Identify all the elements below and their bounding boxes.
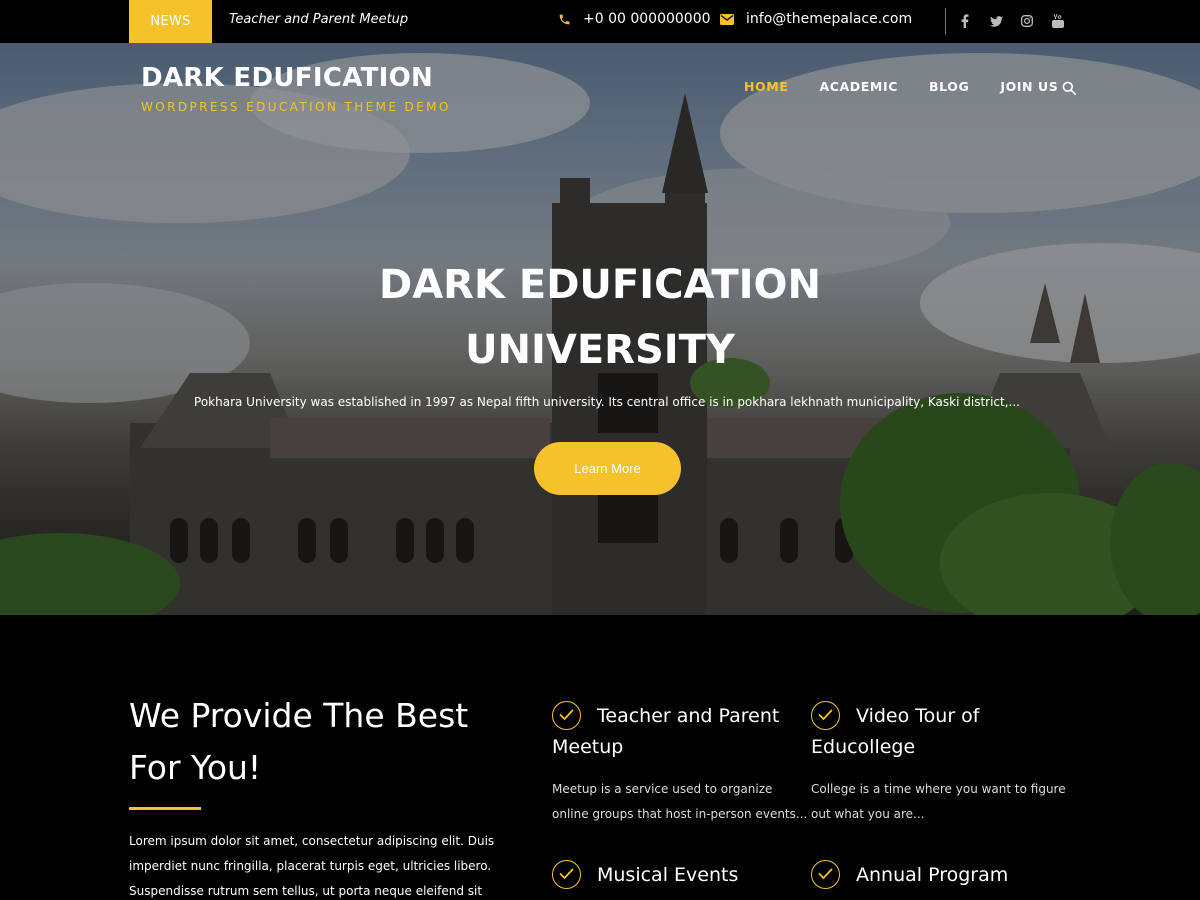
top-bar: NEWS Teacher and Parent Meetup +0 00 000… xyxy=(0,0,1200,43)
section-title-line1: We Provide The Best xyxy=(129,696,469,735)
site-title[interactable]: DARK EDUFICATION xyxy=(141,63,433,93)
feature-item[interactable]: Teacher and Parent Meetup Meetup is a se… xyxy=(552,701,812,827)
hero-title-line1: DARK EDUFICATION xyxy=(379,262,821,308)
nav-item-academic[interactable]: ACADEMIC xyxy=(819,79,898,94)
check-circle-icon xyxy=(811,701,840,730)
main-nav: HOME ACADEMIC BLOG JOIN US xyxy=(744,79,1058,94)
hero-description: Pokhara University was established in 19… xyxy=(194,395,1020,409)
email-address: info@themepalace.com xyxy=(746,11,913,27)
hero-banner: DARK EDUFICATION WORDPRESS EDUCATION THE… xyxy=(0,43,1200,615)
section-title-line2: For You! xyxy=(129,748,262,787)
news-ticker-link[interactable]: Teacher and Parent Meetup xyxy=(229,12,408,27)
phone-icon xyxy=(558,13,571,26)
check-circle-icon xyxy=(811,860,840,889)
nav-item-join-us[interactable]: JOIN US xyxy=(1000,79,1058,94)
feature-item[interactable]: Video Tour of Educollege College is a ti… xyxy=(811,701,1071,827)
twitter-icon[interactable] xyxy=(988,13,1004,29)
check-circle-icon xyxy=(552,860,581,889)
learn-more-button[interactable]: Learn More xyxy=(534,442,681,495)
contact-phone[interactable]: +0 00 000000000 xyxy=(558,11,711,27)
search-icon[interactable] xyxy=(1062,81,1076,95)
section-body: Lorem ipsum dolor sit amet, consectetur … xyxy=(129,829,499,900)
section-body-line: Suspendisse rutrum sem tellus, ut porta … xyxy=(129,884,483,898)
nav-item-home[interactable]: HOME xyxy=(744,79,788,94)
hero-title-line2: UNIVERSITY xyxy=(465,327,735,373)
feature-item[interactable]: Annual Program xyxy=(811,860,1071,891)
section-body-line: imperdiet nunc fringilla, placerat turpi… xyxy=(129,859,492,873)
site-tagline: WORDPRESS EDUCATION THEME DEMO xyxy=(141,100,451,114)
feature-title[interactable]: Musical Events xyxy=(552,860,812,891)
envelope-icon xyxy=(720,13,734,25)
features-section: We Provide The Best For You! Lorem ipsum… xyxy=(0,615,1200,900)
instagram-icon[interactable] xyxy=(1019,13,1035,29)
feature-title[interactable]: Teacher and Parent Meetup xyxy=(552,701,812,763)
feature-title[interactable]: Video Tour of Educollege xyxy=(811,701,1071,763)
section-title-underline xyxy=(129,807,201,810)
contact-email[interactable]: info@themepalace.com xyxy=(720,11,912,27)
news-badge[interactable]: NEWS xyxy=(129,0,212,43)
facebook-icon[interactable] xyxy=(957,13,973,29)
topbar-divider xyxy=(945,8,946,35)
feature-title[interactable]: Annual Program xyxy=(811,860,1071,891)
section-title: We Provide The Best For You! xyxy=(129,690,509,794)
feature-description: Meetup is a service used to organize onl… xyxy=(552,782,808,821)
check-circle-icon xyxy=(552,701,581,730)
feature-description: College is a time where you want to figu… xyxy=(811,782,1066,821)
youtube-icon[interactable] xyxy=(1050,13,1066,29)
feature-item[interactable]: Musical Events xyxy=(552,860,812,891)
section-body-line: Lorem ipsum dolor sit amet, consectetur … xyxy=(129,834,495,848)
nav-item-blog[interactable]: BLOG xyxy=(929,79,969,94)
phone-number: +0 00 000000000 xyxy=(583,11,711,27)
social-links xyxy=(957,13,1066,29)
